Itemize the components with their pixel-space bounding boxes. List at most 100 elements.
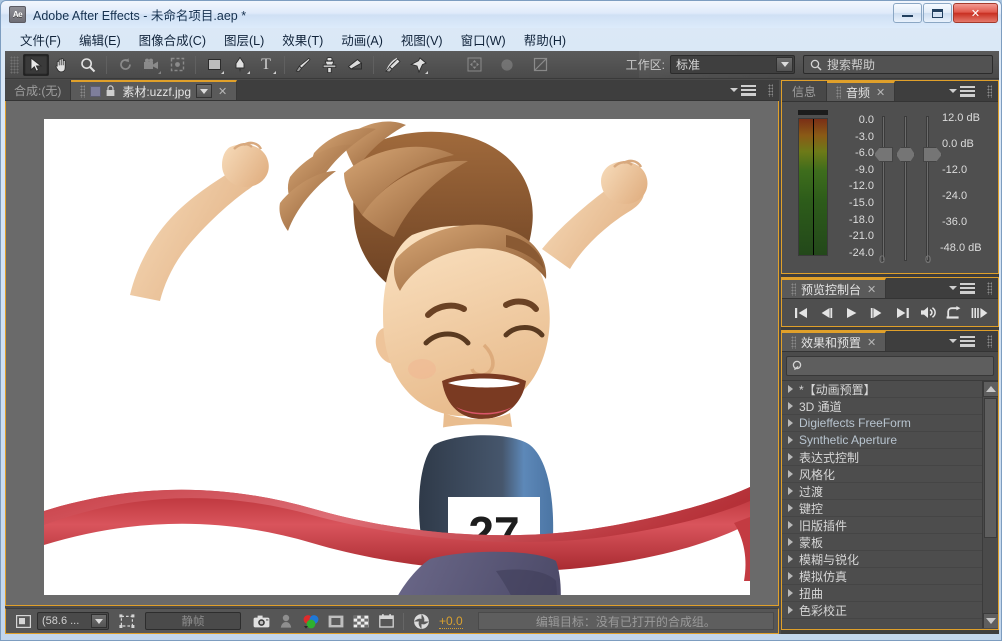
mask-tool[interactable] [527, 54, 553, 76]
help-search-field[interactable]: 搜索帮助 [803, 55, 993, 74]
disclosure-triangle-icon[interactable] [788, 572, 793, 580]
close-icon[interactable]: ✕ [867, 283, 876, 296]
footage-tab[interactable]: 素材:uzzf.jpg ✕ [71, 80, 238, 100]
audio-panel-grip[interactable] [981, 81, 998, 101]
loop-button[interactable] [944, 304, 964, 322]
disclosure-triangle-icon[interactable] [788, 402, 793, 410]
close-icon[interactable]: ✕ [867, 336, 876, 349]
shape-tool[interactable] [201, 54, 227, 76]
brush-tool[interactable] [290, 54, 316, 76]
minimize-button[interactable] [893, 3, 922, 23]
eraser-tool[interactable] [342, 54, 368, 76]
menu-composition[interactable]: 图像合成(C) [130, 27, 215, 52]
workspace-select[interactable]: 标准 [670, 55, 795, 74]
footage-viewer-canvas[interactable]: 27 [5, 101, 779, 606]
lock-icon[interactable] [105, 85, 116, 97]
list-item[interactable]: 蒙板 [782, 534, 998, 551]
right-channel-fader-knob[interactable] [923, 147, 942, 162]
list-item[interactable]: Synthetic Aperture [782, 432, 998, 449]
list-item[interactable]: 扭曲 [782, 585, 998, 602]
play-button[interactable] [842, 304, 862, 322]
disclosure-triangle-icon[interactable] [788, 470, 793, 478]
roto-brush-tool[interactable] [379, 54, 405, 76]
tab-effects-presets[interactable]: 效果和预置 ✕ [782, 331, 887, 351]
right-fader-value[interactable]: 0 [925, 254, 931, 266]
list-item[interactable]: 模糊与锐化 [782, 551, 998, 568]
list-item[interactable]: *【动画预置】 [782, 381, 998, 398]
list-item[interactable]: 模拟仿真 [782, 568, 998, 585]
disclosure-triangle-icon[interactable] [788, 385, 793, 393]
close-icon[interactable]: ✕ [876, 86, 885, 99]
menu-help[interactable]: 帮助(H) [515, 27, 575, 52]
tab-preview-controls[interactable]: 预览控制台 ✕ [782, 278, 887, 298]
disclosure-triangle-icon[interactable] [788, 538, 793, 546]
menu-layer[interactable]: 图层(L) [215, 27, 273, 52]
menu-edit[interactable]: 编辑(E) [70, 27, 130, 52]
pen-tool[interactable] [227, 54, 253, 76]
exposure-value[interactable]: +0.0 [439, 614, 463, 629]
resolution-select[interactable]: 静帧 [145, 612, 241, 630]
hand-tool[interactable] [49, 54, 75, 76]
list-item[interactable]: 风格化 [782, 466, 998, 483]
preview-panel-grip[interactable] [981, 278, 998, 298]
comp-flowchart-button[interactable] [375, 612, 397, 631]
take-snapshot-button[interactable] [250, 612, 272, 631]
list-item[interactable]: 过渡 [782, 483, 998, 500]
preview-panel-menu[interactable] [943, 278, 981, 298]
disclosure-triangle-icon[interactable] [788, 487, 793, 495]
clone-stamp-tool[interactable] [316, 54, 342, 76]
disclosure-triangle-icon[interactable] [788, 419, 793, 427]
list-item[interactable]: Digieffects FreeForm [782, 415, 998, 432]
zoom-level-select[interactable]: (58.6 ... [37, 612, 109, 630]
viewer-panel-grip[interactable] [762, 80, 779, 100]
menu-effect[interactable]: 效果(T) [273, 27, 332, 52]
audio-meter-peak-indicator[interactable] [798, 110, 828, 115]
composition-tab[interactable]: 合成:(无) [5, 80, 72, 100]
exposure-reset-button[interactable] [410, 612, 432, 631]
puppet-pin-tool[interactable] [405, 54, 431, 76]
scroll-up-button[interactable] [983, 381, 998, 397]
show-snapshot-button[interactable] [275, 612, 297, 631]
first-frame-button[interactable] [791, 304, 811, 322]
close-button[interactable]: ✕ [953, 3, 998, 23]
channel-rgb-button[interactable] [300, 612, 322, 631]
sphere-tool[interactable] [494, 54, 520, 76]
list-item[interactable]: 键控 [782, 500, 998, 517]
next-frame-button[interactable] [867, 304, 887, 322]
master-fader-track[interactable] [904, 116, 907, 261]
tab-info[interactable]: 信息 [782, 81, 828, 101]
toolbar-grip[interactable] [10, 55, 19, 74]
disclosure-triangle-icon[interactable] [788, 521, 793, 529]
close-icon[interactable]: ✕ [218, 85, 227, 98]
maximize-button[interactable] [923, 3, 952, 23]
tab-drag-handle[interactable] [791, 282, 796, 296]
tab-drag-handle[interactable] [836, 85, 842, 99]
disclosure-triangle-icon[interactable] [788, 504, 793, 512]
scrollbar-thumb[interactable] [984, 398, 997, 538]
effects-list-scrollbar[interactable] [982, 381, 998, 628]
menu-animation[interactable]: 动画(A) [332, 27, 392, 52]
camera-tool[interactable] [138, 54, 164, 76]
disclosure-triangle-icon[interactable] [788, 436, 793, 444]
left-channel-fader-knob[interactable] [874, 147, 893, 162]
viewer-panel-menu[interactable] [724, 80, 762, 100]
disclosure-triangle-icon[interactable] [788, 453, 793, 461]
disclosure-triangle-icon[interactable] [788, 589, 793, 597]
ram-preview-button[interactable] [969, 304, 989, 322]
resolution-button[interactable] [325, 612, 347, 631]
footage-tab-menu[interactable] [196, 84, 213, 98]
zoom-tool[interactable] [75, 54, 101, 76]
last-frame-button[interactable] [893, 304, 913, 322]
disclosure-triangle-icon[interactable] [788, 555, 793, 563]
audio-toggle-button[interactable] [918, 304, 938, 322]
effects-search-input[interactable] [786, 356, 994, 376]
previous-frame-button[interactable] [816, 304, 836, 322]
disclosure-triangle-icon[interactable] [788, 606, 793, 614]
list-item[interactable]: 表达式控制 [782, 449, 998, 466]
region-of-interest-button[interactable] [116, 612, 138, 631]
rotation-tool[interactable] [112, 54, 138, 76]
tab-drag-handle[interactable] [791, 335, 796, 349]
menu-view[interactable]: 视图(V) [392, 27, 452, 52]
menu-file[interactable]: 文件(F) [11, 27, 70, 52]
text-tool[interactable]: T [253, 54, 279, 76]
